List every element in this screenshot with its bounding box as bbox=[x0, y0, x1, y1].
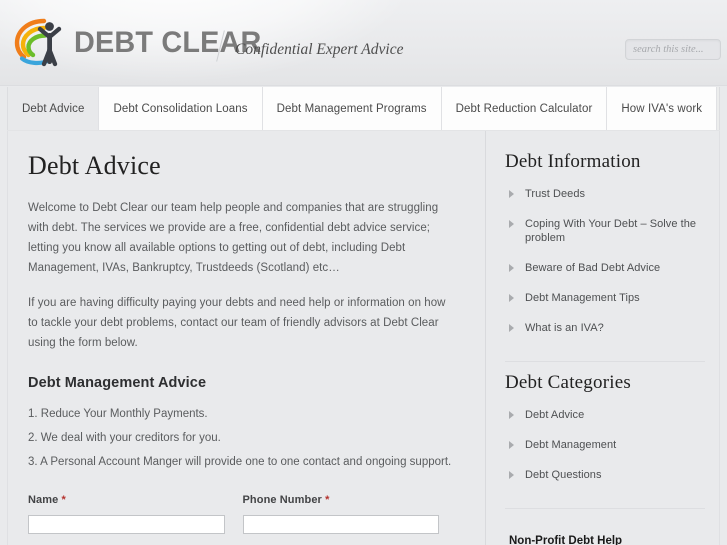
sidebar-link-beware-of-bad-debt-advice[interactable]: Beware of Bad Debt Advice bbox=[505, 261, 705, 275]
nav-item-debt-advice[interactable]: Debt Advice bbox=[8, 87, 100, 131]
sidebar-link-coping-with-your-debt[interactable]: Coping With Your Debt – Solve the proble… bbox=[505, 217, 705, 245]
arrow-right-icon bbox=[509, 411, 514, 419]
required-marker: * bbox=[325, 494, 330, 506]
sidebar-link-what-is-an-iva[interactable]: What is an IVA? bbox=[505, 321, 705, 335]
label-name: Name * bbox=[28, 494, 66, 506]
site-header: DEBT CLEAR Confidential Expert Advice bbox=[0, 0, 727, 86]
field-phone-number: Phone Number * bbox=[242, 494, 458, 534]
phone-number-input[interactable] bbox=[242, 514, 439, 534]
arrow-right-icon bbox=[509, 471, 514, 479]
arrow-right-icon bbox=[509, 190, 514, 198]
required-marker: * bbox=[61, 494, 66, 506]
ad-title-link[interactable]: Non-Profit Debt Help bbox=[509, 535, 622, 545]
page-title: Debt Advice bbox=[28, 151, 161, 180]
widget-title-debt-information: Debt Information bbox=[505, 151, 641, 172]
nav-item-debt-management-programs[interactable]: Debt Management Programs bbox=[262, 87, 442, 131]
site-logo[interactable]: DEBT CLEAR bbox=[14, 16, 269, 70]
advice-item: 2. We deal with your creditors for you. bbox=[28, 432, 221, 444]
arrow-right-icon bbox=[509, 264, 514, 272]
nav-item-debt-consolidation-loans[interactable]: Debt Consolidation Loans bbox=[99, 87, 263, 131]
arrow-right-icon bbox=[509, 324, 514, 332]
sidebar-divider-2 bbox=[505, 508, 705, 509]
nav-item-debt-reduction-calculator[interactable]: Debt Reduction Calculator bbox=[441, 87, 608, 131]
debt-categories-list: Debt Advice Debt Management Debt Questio… bbox=[505, 408, 705, 482]
arrow-right-icon bbox=[509, 294, 514, 302]
logo-wordmark: DEBT CLEAR bbox=[74, 26, 262, 59]
page-root: DEBT CLEAR Confidential Expert Advice De… bbox=[0, 0, 727, 545]
debt-management-advice-list: 1. Reduce Your Monthly Payments. 2. We d… bbox=[28, 404, 457, 472]
label-phone-number: Phone Number * bbox=[242, 494, 330, 506]
widget-title-debt-categories: Debt Categories bbox=[505, 372, 631, 393]
advice-item: 3. A Personal Account Manger will provid… bbox=[28, 456, 452, 468]
name-input[interactable] bbox=[28, 514, 225, 534]
arrow-right-icon bbox=[509, 441, 514, 449]
section-title-debt-management-advice: Debt Management Advice bbox=[28, 375, 207, 391]
debt-clear-logo-icon bbox=[14, 17, 72, 69]
intro-paragraph-2: If you are having difficulty paying your… bbox=[28, 297, 446, 349]
search-input[interactable] bbox=[625, 39, 721, 60]
sidebar-link-debt-questions[interactable]: Debt Questions bbox=[505, 468, 705, 482]
widget-debt-information: Debt Information Trust Deeds Coping With… bbox=[505, 151, 705, 355]
sidebar-link-debt-management[interactable]: Debt Management bbox=[505, 438, 705, 452]
contact-form: Name * Phone Number * Email * Mobile Amo bbox=[28, 494, 457, 545]
arrow-right-icon bbox=[509, 220, 514, 228]
sidebar: Debt Information Trust Deeds Coping With… bbox=[485, 131, 719, 545]
field-name: Name * bbox=[28, 494, 243, 534]
content-container: Debt Advice Welcome to Debt Clear our te… bbox=[7, 131, 720, 545]
nav-item-how-ivas-work[interactable]: How IVA's work bbox=[607, 87, 718, 131]
nav-inner: Debt Advice Debt Consolidation Loans Deb… bbox=[7, 87, 720, 131]
sidebar-link-trust-deeds[interactable]: Trust Deeds bbox=[505, 187, 705, 201]
nav-empty-area bbox=[717, 87, 719, 131]
main-navigation: Debt Advice Debt Consolidation Loans Deb… bbox=[0, 86, 727, 131]
sidebar-advertisement: Non-Profit Debt Help Free Consultation. … bbox=[505, 519, 705, 545]
site-tagline: Confidential Expert Advice bbox=[235, 41, 404, 58]
intro-paragraph-1: Welcome to Debt Clear our team help peop… bbox=[28, 202, 439, 274]
widget-debt-categories: Debt Categories Debt Advice Debt Managem… bbox=[505, 372, 705, 502]
sidebar-link-debt-advice[interactable]: Debt Advice bbox=[505, 408, 705, 422]
advice-item: 1. Reduce Your Monthly Payments. bbox=[28, 408, 208, 420]
main-content: Debt Advice Welcome to Debt Clear our te… bbox=[8, 131, 485, 545]
debt-information-list: Trust Deeds Coping With Your Debt – Solv… bbox=[505, 187, 705, 335]
sidebar-link-debt-management-tips[interactable]: Debt Management Tips bbox=[505, 291, 705, 305]
sidebar-divider bbox=[505, 361, 705, 362]
